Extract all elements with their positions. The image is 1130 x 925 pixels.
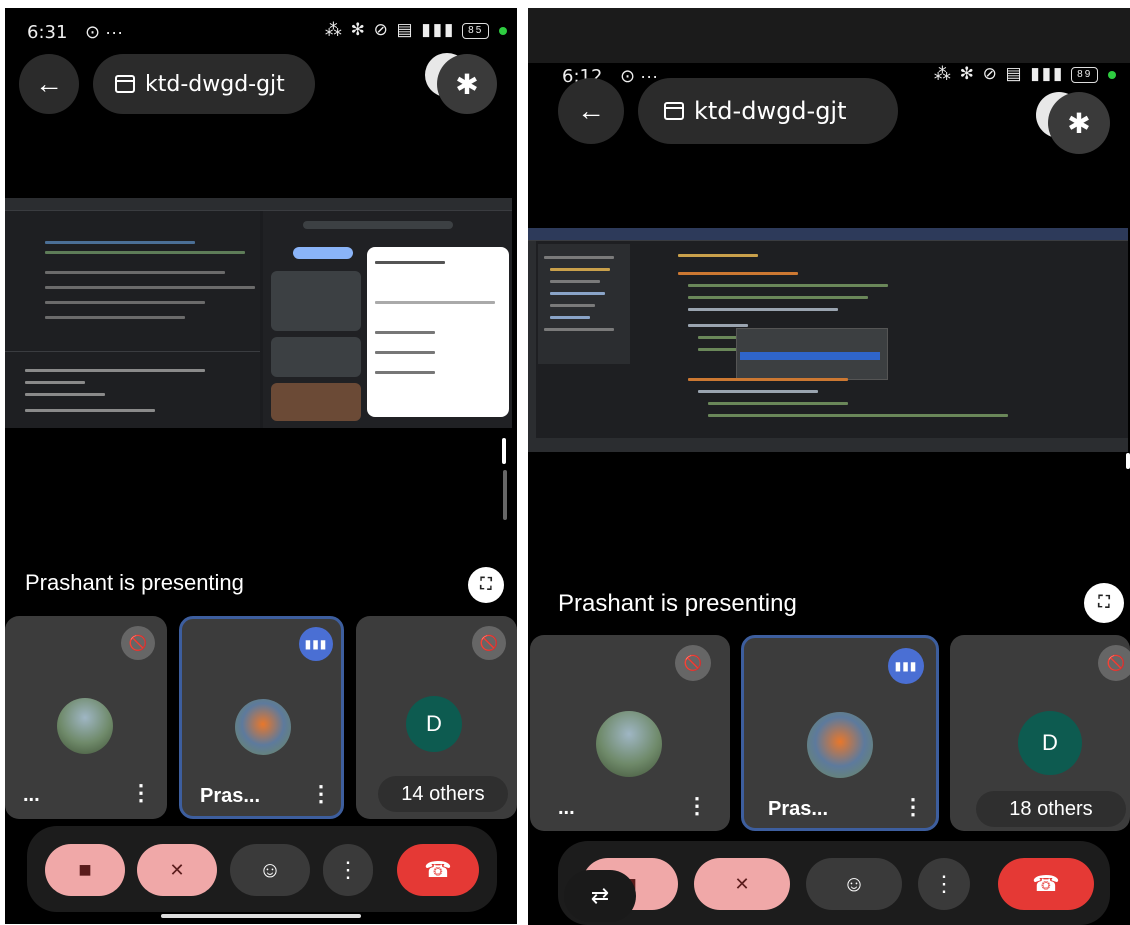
more-options-icon[interactable]: ⋮ bbox=[686, 793, 708, 819]
participant-avatar bbox=[57, 698, 113, 754]
back-arrow-icon: ← bbox=[577, 95, 605, 126]
battery-icon: 89 bbox=[1071, 66, 1099, 83]
mic-off-icon: 🚫 bbox=[1098, 645, 1130, 681]
hang-up-icon: ☎ bbox=[1032, 871, 1060, 896]
bluetooth-icon: ✱ bbox=[455, 68, 479, 100]
scroll-track bbox=[503, 470, 507, 520]
fullscreen-button[interactable]: ⛶ bbox=[1084, 583, 1124, 623]
shared-screen-titlebar bbox=[5, 198, 512, 211]
participant-name: Pras... bbox=[768, 798, 829, 820]
participant-name: ... bbox=[23, 784, 40, 806]
left-phone-screenshot: 6:31 ⊙ ··· ⁂ ✻ ⊘ ▤ ▮▮▮ 85 ← ktd-dwgd-gjt… bbox=[5, 8, 517, 924]
reactions-button[interactable]: ☺ bbox=[806, 858, 902, 910]
hang-up-icon: ☎ bbox=[424, 857, 452, 882]
speaking-indicator-icon: ▮▮▮ bbox=[299, 627, 333, 661]
battery-icon: 85 bbox=[462, 22, 490, 39]
bluetooth-audio-button[interactable]: ✱ bbox=[1048, 92, 1110, 154]
others-count-badge: 14 others bbox=[378, 776, 508, 812]
participant-tile-2[interactable]: ▮▮▮ Pras... ⋮ bbox=[179, 616, 344, 819]
meeting-code: ktd-dwgd-gjt bbox=[694, 97, 847, 125]
presenting-label: Prashant is presenting bbox=[558, 590, 797, 617]
more-options-icon[interactable]: ⋮ bbox=[902, 794, 924, 820]
fullscreen-icon: ⛶ bbox=[1098, 594, 1110, 611]
more-options-button[interactable]: ⋮ bbox=[323, 844, 373, 896]
participant-tile-others[interactable]: 🚫 D 18 others bbox=[950, 635, 1130, 831]
shared-screen-titlebar bbox=[528, 228, 1128, 241]
mic-off-button[interactable]: ✕ bbox=[694, 858, 790, 910]
hang-up-button[interactable]: ☎ bbox=[397, 844, 479, 896]
back-arrow-icon: ← bbox=[35, 68, 63, 99]
participant-name: ... bbox=[558, 797, 575, 819]
participant-avatar-letter: D bbox=[406, 696, 462, 752]
participant-avatar-letter: D bbox=[1018, 711, 1082, 775]
participant-tile-1[interactable]: 🚫 ... ⋮ bbox=[5, 616, 167, 819]
meeting-code: ktd-dwgd-gjt bbox=[145, 71, 285, 97]
more-options-icon[interactable]: ⋮ bbox=[130, 780, 152, 806]
more-vertical-icon: ⋮ bbox=[337, 857, 359, 882]
meeting-info-pill[interactable]: ktd-dwgd-gjt bbox=[93, 54, 315, 114]
mic-off-icon: ✕ bbox=[169, 859, 185, 880]
fullscreen-icon: ⛶ bbox=[480, 576, 492, 593]
bluetooth-audio-button[interactable]: ✱ bbox=[437, 54, 497, 114]
participant-tile-1[interactable]: 🚫 ... ⋮ bbox=[530, 635, 730, 831]
back-button[interactable]: ← bbox=[19, 54, 79, 114]
speaking-indicator-icon: ▮▮▮ bbox=[888, 648, 924, 684]
emoji-icon: ☺ bbox=[842, 871, 866, 896]
hang-up-button[interactable]: ☎ bbox=[998, 858, 1094, 910]
back-button[interactable]: ← bbox=[558, 78, 624, 144]
status-system-icons: ⁂ ✻ ⊘ ▤ ▮▮▮ 85 bbox=[325, 20, 507, 40]
more-options-icon[interactable]: ⋮ bbox=[310, 781, 332, 807]
participant-name: Pras... bbox=[200, 785, 261, 807]
scroll-indicator bbox=[502, 438, 506, 464]
fullscreen-button[interactable]: ⛶ bbox=[468, 567, 504, 603]
switch-camera-button[interactable]: ⇄ bbox=[564, 870, 636, 922]
participant-avatar bbox=[235, 699, 291, 755]
mic-off-icon: 🚫 bbox=[472, 626, 506, 660]
camera-indicator-dot bbox=[499, 26, 507, 35]
status-notification-icons: ⊙ ··· bbox=[85, 22, 124, 42]
mic-off-icon: ✕ bbox=[734, 873, 750, 894]
shared-browser-window bbox=[263, 211, 512, 428]
calendar-icon bbox=[115, 75, 135, 93]
meeting-info-pill[interactable]: ktd-dwgd-gjt bbox=[638, 78, 898, 144]
scroll-indicator bbox=[1126, 453, 1130, 469]
emoji-icon: ☺ bbox=[258, 857, 282, 882]
participant-tile-others[interactable]: 🚫 D 14 others bbox=[356, 616, 517, 819]
more-vertical-icon: ⋮ bbox=[933, 871, 955, 896]
shared-screen bbox=[5, 198, 512, 428]
presenting-label: Prashant is presenting bbox=[25, 570, 244, 595]
mic-off-icon: 🚫 bbox=[675, 645, 711, 681]
status-system-icons: ⁂ ✻ ⊘ ▤ ▮▮▮ 89 bbox=[934, 64, 1116, 84]
camera-off-button[interactable]: ■ bbox=[45, 844, 125, 896]
mic-off-button[interactable]: ✕ bbox=[137, 844, 217, 896]
home-gesture-bar[interactable] bbox=[161, 914, 361, 918]
mic-off-icon: 🚫 bbox=[121, 626, 155, 660]
bluetooth-icon: ✱ bbox=[1067, 107, 1091, 139]
others-count-badge: 18 others bbox=[976, 791, 1126, 827]
participant-tile-2[interactable]: ▮▮▮ Pras... ⋮ bbox=[741, 635, 939, 831]
shared-screen bbox=[528, 228, 1128, 452]
top-system-strip bbox=[528, 8, 1130, 63]
more-options-button[interactable]: ⋮ bbox=[918, 858, 970, 910]
camera-off-icon: ■ bbox=[78, 857, 92, 882]
right-phone-screenshot: 6:12 ⊙ ··· ⁂ ✻ ⊘ ▤ ▮▮▮ 89 ← ktd-dwgd-gjt… bbox=[528, 8, 1130, 925]
participant-avatar bbox=[596, 711, 662, 777]
reactions-button[interactable]: ☺ bbox=[230, 844, 310, 896]
shared-ide-window bbox=[5, 211, 260, 428]
participant-avatar bbox=[807, 712, 873, 778]
calendar-icon bbox=[664, 102, 684, 120]
status-time: 6:31 bbox=[27, 22, 68, 43]
switch-camera-icon: ⇄ bbox=[590, 883, 610, 908]
camera-indicator-dot bbox=[1108, 70, 1116, 79]
